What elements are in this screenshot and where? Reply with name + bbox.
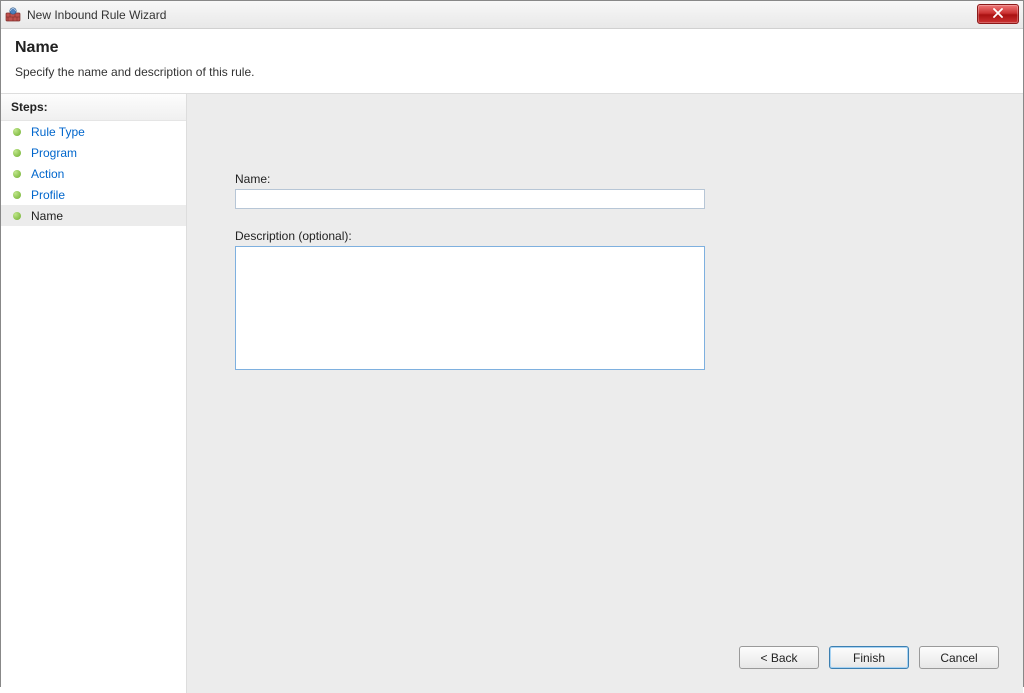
step-bullet-icon xyxy=(13,128,21,136)
cancel-button[interactable]: Cancel xyxy=(919,646,999,669)
content-pane: Name: Description (optional): < Back Fin… xyxy=(187,94,1023,693)
name-label: Name: xyxy=(235,172,705,186)
titlebar: New Inbound Rule Wizard xyxy=(1,1,1023,29)
wizard-body: Steps: Rule Type Program Action Profile … xyxy=(1,94,1023,693)
steps-heading: Steps: xyxy=(1,94,186,121)
description-group: Description (optional): xyxy=(235,229,705,373)
back-button[interactable]: < Back xyxy=(739,646,819,669)
step-profile[interactable]: Profile xyxy=(1,184,186,205)
window-title: New Inbound Rule Wizard xyxy=(27,8,166,22)
page-subtitle: Specify the name and description of this… xyxy=(15,65,1009,79)
name-input[interactable] xyxy=(235,189,705,209)
step-bullet-icon xyxy=(13,191,21,199)
step-bullet-icon xyxy=(13,149,21,157)
step-bullet-icon xyxy=(13,212,21,220)
step-bullet-icon xyxy=(13,170,21,178)
wizard-header: Name Specify the name and description of… xyxy=(1,29,1023,94)
step-program[interactable]: Program xyxy=(1,142,186,163)
close-button[interactable] xyxy=(977,4,1019,24)
page-title: Name xyxy=(15,39,1009,57)
form-area: Name: Description (optional): xyxy=(235,172,705,373)
steps-sidebar: Steps: Rule Type Program Action Profile … xyxy=(1,94,187,693)
step-label: Rule Type xyxy=(31,125,85,139)
description-label: Description (optional): xyxy=(235,229,705,243)
close-icon xyxy=(993,7,1003,21)
step-label: Program xyxy=(31,146,77,160)
step-label: Action xyxy=(31,167,64,181)
step-name[interactable]: Name xyxy=(1,205,186,226)
finish-button[interactable]: Finish xyxy=(829,646,909,669)
step-rule-type[interactable]: Rule Type xyxy=(1,121,186,142)
step-label: Profile xyxy=(31,188,65,202)
description-input[interactable] xyxy=(235,246,705,370)
step-action[interactable]: Action xyxy=(1,163,186,184)
name-group: Name: xyxy=(235,172,705,209)
step-label: Name xyxy=(31,209,63,223)
firewall-icon xyxy=(5,7,21,23)
wizard-buttons: < Back Finish Cancel xyxy=(739,646,999,669)
